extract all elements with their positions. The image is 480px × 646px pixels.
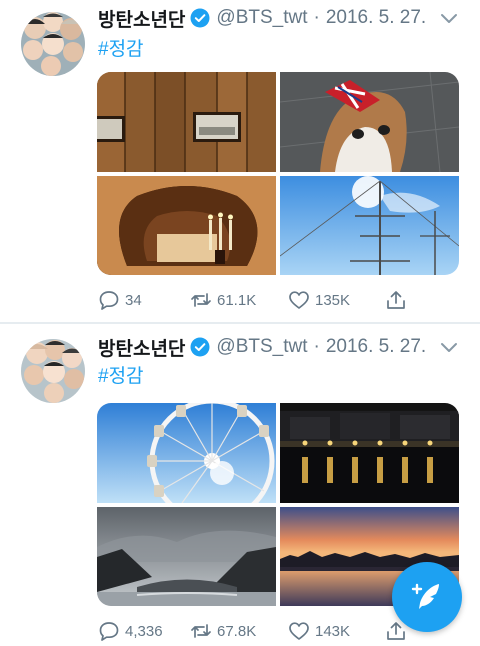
- tweet-actions: 4,336 67.8K 143K: [98, 620, 405, 642]
- hashtag-link[interactable]: #정감: [98, 34, 144, 61]
- avatar[interactable]: [21, 12, 85, 76]
- retweet-icon: [191, 624, 211, 638]
- tweet-date[interactable]: 2016. 5. 27.: [326, 336, 426, 358]
- reply-count: 34: [125, 291, 142, 309]
- tweet-1[interactable]: 방탄소년단 @BTS_twt · 2016. 5. 27. #정감 34 61.…: [0, 0, 480, 322]
- photo-ferris-wheel[interactable]: [97, 403, 276, 503]
- chevron-down-icon[interactable]: [440, 341, 458, 353]
- hashtag-link[interactable]: #정감: [98, 361, 144, 388]
- media-grid: [97, 72, 459, 275]
- reply-icon: [99, 622, 119, 641]
- tweet-header: 방탄소년단 @BTS_twt · 2016. 5. 27.: [98, 5, 426, 32]
- like-button[interactable]: 135K: [288, 289, 350, 311]
- compose-tweet-button[interactable]: [392, 562, 462, 632]
- verified-badge-icon: [190, 8, 210, 28]
- compose-tweet-icon: [411, 583, 439, 609]
- handle[interactable]: @BTS_twt: [216, 336, 307, 358]
- like-count: 143K: [315, 622, 351, 640]
- photo-wooden-wall[interactable]: [97, 72, 276, 172]
- photo-ship-mast[interactable]: [280, 176, 459, 275]
- tweet-date[interactable]: 2016. 5. 27.: [326, 7, 426, 29]
- separator-dot: ·: [313, 336, 320, 357]
- share-icon: [387, 291, 405, 309]
- display-name[interactable]: 방탄소년단: [98, 334, 185, 361]
- retweet-icon: [191, 293, 211, 307]
- verified-badge-icon: [190, 337, 210, 357]
- reply-button[interactable]: 4,336: [98, 620, 163, 642]
- retweet-count: 67.8K: [217, 622, 257, 640]
- photo-night-harbor[interactable]: [280, 403, 459, 503]
- tweet-actions: 34 61.1K 135K: [98, 289, 405, 311]
- like-button[interactable]: 143K: [288, 620, 350, 642]
- handle[interactable]: @BTS_twt: [216, 7, 307, 29]
- retweet-button[interactable]: 61.1K: [190, 289, 256, 311]
- display-name[interactable]: 방탄소년단: [98, 5, 185, 32]
- photo-bulldog[interactable]: [280, 72, 459, 172]
- tweet-header: 방탄소년단 @BTS_twt · 2016. 5. 27.: [98, 334, 426, 361]
- reply-count: 4,336: [125, 622, 163, 640]
- separator-dot: ·: [313, 7, 320, 28]
- share-button[interactable]: [385, 289, 412, 311]
- reply-icon: [99, 291, 119, 310]
- retweet-button[interactable]: 67.8K: [190, 620, 256, 642]
- avatar[interactable]: [21, 339, 85, 403]
- reply-button[interactable]: 34: [98, 289, 142, 311]
- retweet-count: 61.1K: [217, 291, 257, 309]
- heart-icon: [289, 622, 309, 640]
- photo-misty-mountains[interactable]: [97, 507, 276, 606]
- chevron-down-icon[interactable]: [440, 12, 458, 24]
- heart-icon: [289, 291, 309, 309]
- like-count: 135K: [315, 291, 351, 309]
- photo-candle-cave[interactable]: [97, 176, 276, 275]
